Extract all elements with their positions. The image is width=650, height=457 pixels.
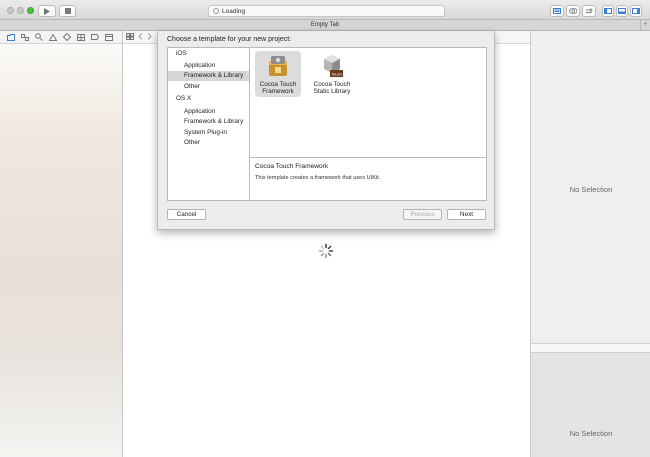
template-name-line1: Cocoa Touch [313,81,351,88]
run-button[interactable] [38,5,56,17]
issue-warning-icon[interactable] [49,33,57,41]
standard-editor-button[interactable] [550,5,564,17]
breakpoint-icon[interactable] [91,33,99,41]
standard-editor-icon [553,8,561,14]
static-library-icon: Touch [324,55,343,77]
library-area: No Selection [531,353,650,457]
category-ios-application[interactable]: Application [168,61,249,71]
stop-icon [64,8,71,14]
category-osx-application[interactable]: Application [168,107,249,117]
category-group-osx: OS X [176,95,192,102]
inspector-no-selection: No Selection [569,185,613,194]
template-description-text: This template creates a framework that u… [255,175,381,181]
version-editor-button[interactable] [582,5,596,17]
debug-grid-icon[interactable] [77,33,85,41]
category-ios-other[interactable]: Other [168,82,249,92]
cancel-button[interactable]: Cancel [167,209,206,220]
back-chevron-icon[interactable] [138,32,143,42]
library-no-selection: No Selection [569,429,613,438]
framework-icon [269,56,287,76]
category-ios-framework-library[interactable]: Framework & Library [168,71,249,81]
template-cocoa-touch-framework[interactable]: Cocoa Touch Framework [255,51,301,97]
close-window-button[interactable] [7,7,14,14]
category-osx-system-plugin[interactable]: System Plug-in [168,128,249,138]
navigator-panel-icon [604,8,612,14]
toggle-debug-area-button[interactable] [616,5,628,17]
library-divider[interactable] [531,343,650,353]
activity-viewer: Loading [208,5,445,17]
toggle-navigator-button[interactable] [602,5,614,17]
static-library-badge: Touch [331,72,342,77]
inspector-area: No Selection [531,31,650,343]
tab-bar: Empty Tab + [0,20,650,31]
window-toolbar: Loading [0,0,650,20]
navigator-selector-bar [0,31,122,44]
loading-icon [213,8,219,14]
template-grid: Cocoa Touch Framework Touch Cocoa Touch … [249,47,487,158]
play-icon [44,7,50,15]
previous-button[interactable]: Previous [403,209,442,220]
add-tab-button[interactable]: + [640,20,650,31]
forward-chevron-icon[interactable] [147,32,152,42]
stop-button[interactable] [59,5,76,17]
category-osx-other[interactable]: Other [168,138,249,148]
assistant-editor-icon [569,8,577,14]
version-editor-icon [586,8,593,13]
next-button[interactable]: Next [447,209,486,220]
assistant-editor-button[interactable] [566,5,580,17]
zoom-window-button[interactable] [27,7,34,14]
activity-status-text: Loading [222,7,246,15]
template-name-line1: Cocoa Touch [259,81,297,88]
search-icon[interactable] [35,33,43,41]
category-osx-framework-library[interactable]: Framework & Library [168,117,249,127]
toggle-utilities-button[interactable] [630,5,642,17]
template-category-list: iOS Application Framework & Library Othe… [167,47,250,201]
related-items-icon[interactable] [126,32,134,42]
tab-empty[interactable]: Empty Tab [311,22,339,28]
busy-spinner-icon [318,243,334,259]
template-cocoa-touch-static-library[interactable]: Touch Cocoa Touch Static Library [309,51,355,97]
minimize-window-button[interactable] [17,7,24,14]
test-diamond-icon[interactable] [63,33,71,41]
category-group-ios: iOS [176,50,187,57]
debug-panel-icon [618,8,626,14]
utilities-panel-icon [632,8,640,14]
template-description-title: Cocoa Touch Framework [255,163,329,170]
folder-icon[interactable] [7,33,15,41]
symbol-navigator-icon[interactable] [21,33,29,41]
utilities-panel: No Selection No Selection [530,31,650,457]
navigator-panel [0,31,123,457]
sheet-title: Choose a template for your new project: [167,36,292,43]
template-description-panel: Cocoa Touch Framework This template crea… [249,157,487,201]
template-name-line2: Static Library [313,88,351,95]
template-name-line2: Framework [262,88,294,95]
template-chooser-sheet: Choose a template for your new project: … [157,31,495,230]
report-icon[interactable] [105,33,113,41]
